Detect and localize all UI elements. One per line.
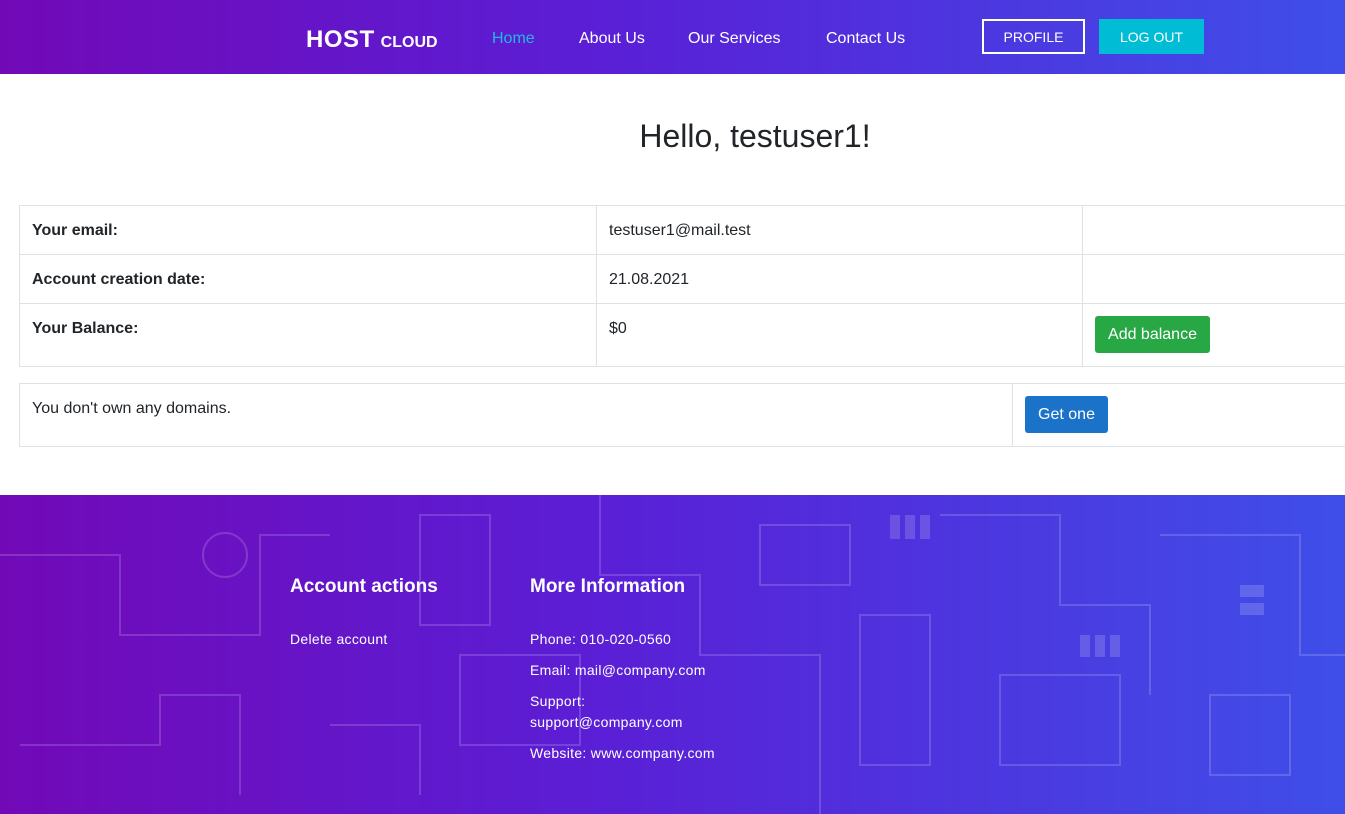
email-value: testuser1@mail.test: [596, 205, 1083, 255]
footer-phone: Phone: 010-020-0560: [530, 631, 672, 647]
profile-button[interactable]: PROFILE: [982, 19, 1085, 54]
more-information-heading: More Information: [530, 576, 686, 597]
greeting-heading: Hello, testuser1!: [639, 118, 871, 154]
page-footer: Account actions Delete account More Info…: [0, 495, 1345, 814]
table-row: Account creation date: 21.08.2021: [19, 254, 1345, 304]
empty-cell: [1082, 254, 1345, 304]
delete-account-link[interactable]: Delete account: [290, 631, 388, 647]
table-row: Your email: testuser1@mail.test: [19, 205, 1345, 255]
brand-sub-text: CLOUD: [380, 34, 438, 51]
footer-support-email: support@company.com: [530, 714, 683, 730]
nav-link-contact-us[interactable]: Contact Us: [826, 30, 905, 48]
nav-link-about-us[interactable]: About Us: [579, 30, 645, 48]
account-actions-heading: Account actions: [290, 576, 438, 597]
balance-value: $0: [596, 303, 1083, 367]
table-row: You don't own any domains. Get one: [19, 383, 1345, 447]
creation-date-label: Account creation date:: [19, 254, 597, 304]
brand-logo[interactable]: HOST CLOUD: [306, 26, 438, 54]
balance-action-cell: Add balance: [1082, 303, 1345, 367]
creation-date-value: 21.08.2021: [596, 254, 1083, 304]
add-balance-button[interactable]: Add balance: [1095, 316, 1210, 353]
balance-label: Your Balance:: [19, 303, 597, 367]
domain-action-cell: Get one: [1012, 383, 1345, 447]
nav-link-our-services[interactable]: Our Services: [688, 30, 780, 48]
circuit-background: [0, 495, 1345, 814]
footer-support-label: Support:: [530, 693, 586, 709]
domains-table: You don't own any domains. Get one: [19, 383, 1345, 447]
empty-cell: [1082, 205, 1345, 255]
account-info-table: Your email: testuser1@mail.test Account …: [19, 205, 1345, 367]
nav-link-home[interactable]: Home: [492, 30, 535, 48]
top-navbar: HOST CLOUD Home About Us Our Services Con…: [0, 0, 1345, 74]
table-row: Your Balance: $0 Add balance: [19, 303, 1345, 367]
email-label: Your email:: [19, 205, 597, 255]
logout-button[interactable]: LOG OUT: [1099, 19, 1204, 54]
footer-website: Website: www.company.com: [530, 745, 715, 761]
no-domains-message: You don't own any domains.: [19, 383, 1013, 447]
get-domain-button[interactable]: Get one: [1025, 396, 1108, 433]
brand-main-text: HOST: [306, 26, 375, 53]
footer-email: Email: mail@company.com: [530, 662, 706, 678]
